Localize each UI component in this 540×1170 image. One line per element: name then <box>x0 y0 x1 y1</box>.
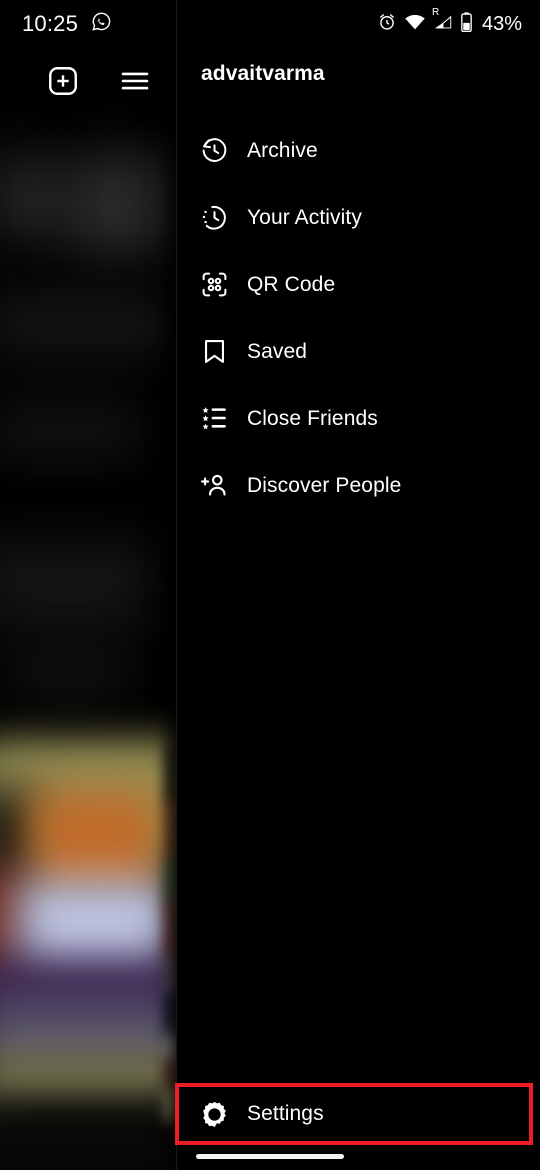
status-bar-right: R 43% <box>377 7 522 37</box>
status-bar: 10:25 R 43% <box>0 0 540 48</box>
drawer-spacer <box>177 519 540 1084</box>
menu-item-label: Close Friends <box>247 406 378 430</box>
star-list-icon <box>199 403 230 434</box>
blurred-post-block <box>10 640 130 700</box>
menu-item-discover-people[interactable]: Discover People <box>177 452 540 519</box>
blurred-post-block <box>0 400 140 460</box>
menu-item-archive[interactable]: Archive <box>177 117 540 184</box>
gear-icon <box>199 1099 230 1130</box>
alarm-clock-icon <box>377 12 397 37</box>
status-bar-left: 10:25 <box>22 11 112 37</box>
whatsapp-icon <box>91 11 112 37</box>
battery-icon <box>460 11 473 37</box>
blurred-post-block <box>0 290 170 360</box>
person-add-icon <box>199 470 230 501</box>
menu-item-close-friends[interactable]: Close Friends <box>177 385 540 452</box>
menu-item-label: Saved <box>247 339 308 363</box>
menu-item-label: Archive <box>247 138 318 162</box>
menu-item-label: Your Activity <box>247 205 362 229</box>
home-gesture-bar[interactable] <box>196 1154 344 1159</box>
menu-item-label: QR Code <box>247 272 336 296</box>
roaming-indicator-label: R <box>431 6 440 18</box>
phone-screen: 10:25 R 43% advaitvarma Archive Your Act… <box>0 0 540 1170</box>
background-app-toolbar <box>0 58 176 108</box>
hamburger-menu-icon[interactable] <box>118 64 152 103</box>
menu-item-your-activity[interactable]: Your Activity <box>177 184 540 251</box>
menu-item-qr-code[interactable]: QR Code <box>177 251 540 318</box>
settings-section: Settings <box>175 1083 540 1145</box>
menu-item-saved[interactable]: Saved <box>177 318 540 385</box>
status-clock: 10:25 <box>22 11 79 36</box>
wifi-icon <box>404 13 426 36</box>
bookmark-icon <box>199 336 230 367</box>
blurred-post-block <box>0 540 150 630</box>
menu-item-label: Discover People <box>247 473 402 497</box>
activity-clock-icon <box>199 202 230 233</box>
qr-code-icon <box>199 269 230 300</box>
plus-square-icon[interactable] <box>46 64 80 103</box>
navigation-drawer: advaitvarma Archive Your Activity QR Cod… <box>175 0 540 1170</box>
cellular-signal-icon: R <box>432 7 453 36</box>
blurred-feed-content <box>0 0 180 1170</box>
battery-percentage: 43% <box>481 12 522 35</box>
menu-item-settings[interactable]: Settings <box>177 1084 540 1144</box>
settings-label: Settings <box>247 1102 324 1125</box>
archive-clock-icon <box>199 135 230 166</box>
blurred-photo-band <box>0 1098 180 1170</box>
drawer-menu-list: Archive Your Activity QR Code Saved Clos… <box>177 117 540 519</box>
